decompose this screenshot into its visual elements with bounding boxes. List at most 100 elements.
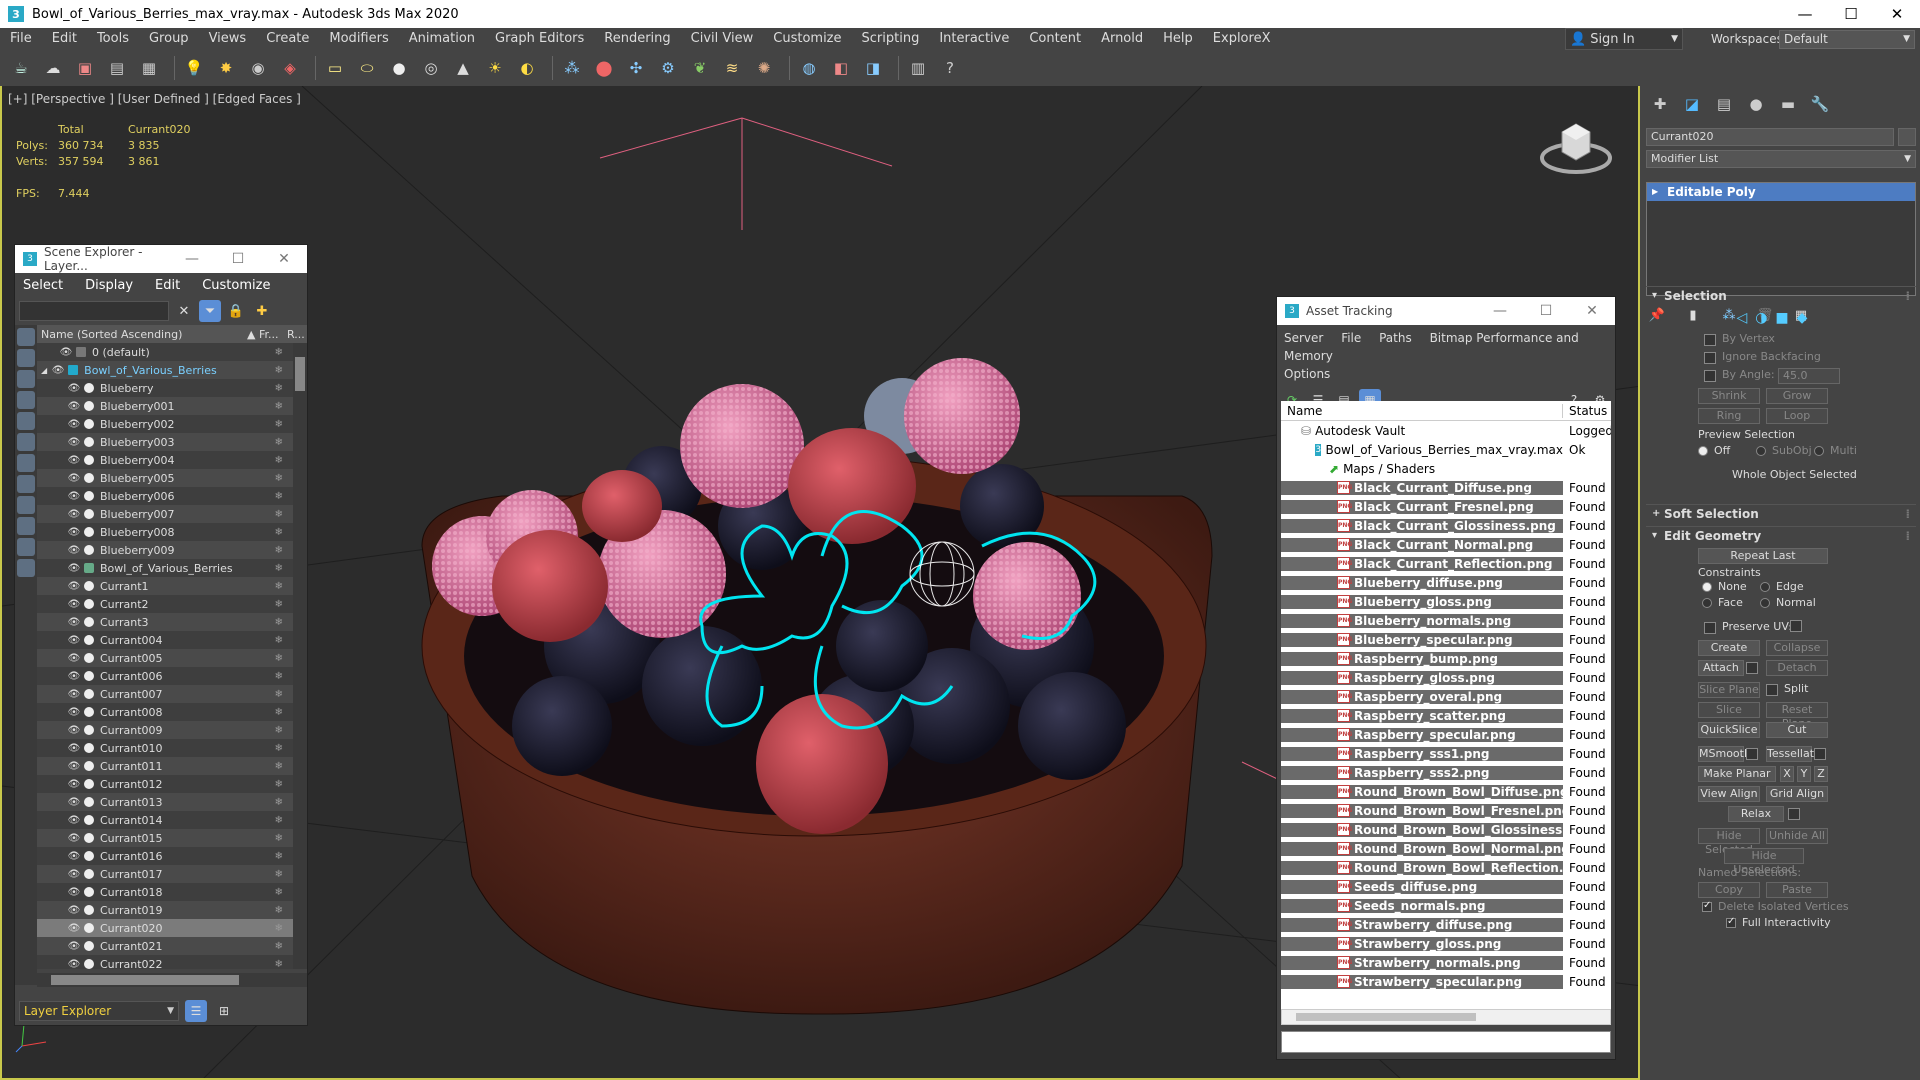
freeze-icon[interactable]: ❄ — [275, 365, 283, 376]
visibility-eye-icon[interactable]: 👁 — [67, 509, 81, 520]
object-name-field[interactable]: Currant020 — [1646, 128, 1894, 146]
visibility-eye-icon[interactable]: 👁 — [67, 599, 81, 610]
visibility-eye-icon[interactable]: 👁 — [67, 905, 81, 916]
scene-tree-row[interactable]: 👁 Currant011 ❄ — [37, 757, 293, 775]
scene-tree-row[interactable]: 👁 Currant020 ❄ — [37, 919, 293, 937]
freeze-icon[interactable]: ❄ — [275, 689, 283, 700]
grid-align-button[interactable]: Grid Align — [1766, 786, 1828, 802]
layer-manager-icon[interactable]: ▥ — [905, 55, 931, 81]
modify-tab-icon[interactable]: ◪ — [1678, 91, 1706, 117]
menu-graph-editors[interactable]: Graph Editors — [485, 28, 594, 50]
menu-scripting[interactable]: Scripting — [852, 28, 930, 50]
menu-edit[interactable]: Edit — [155, 278, 180, 293]
scene-tree-row[interactable]: 👁 Currant1 ❄ — [37, 577, 293, 595]
quickslice-button[interactable]: QuickSlice — [1698, 722, 1760, 738]
freeze-icon[interactable]: ❄ — [275, 869, 283, 880]
visibility-eye-icon[interactable]: 👁 — [67, 797, 81, 808]
vertical-scrollbar[interactable] — [293, 343, 307, 969]
asset-row[interactable]: PNG Raspberry_scatter.png Found — [1281, 706, 1611, 725]
attach-button[interactable]: Attach — [1698, 660, 1744, 676]
render-icon[interactable]: ◈ — [277, 55, 303, 81]
asset-row[interactable]: PNG Blueberry_diffuse.png Found — [1281, 573, 1611, 592]
scene-tree-row[interactable]: 👁 Currant019 ❄ — [37, 901, 293, 919]
spacewarps-filter-icon[interactable] — [17, 433, 35, 451]
cone-icon[interactable]: ▲ — [450, 55, 476, 81]
torus-icon[interactable]: ◎ — [418, 55, 444, 81]
scene-tree-row[interactable]: 👁 Currant021 ❄ — [37, 937, 293, 955]
relax-settings-icon[interactable] — [1788, 808, 1800, 820]
visibility-eye-icon[interactable]: 👁 — [67, 923, 81, 934]
asset-row[interactable]: PNG Strawberry_gloss.png Found — [1281, 934, 1611, 953]
detach-button[interactable]: Detach — [1766, 660, 1828, 676]
visibility-eye-icon[interactable]: 👁 — [67, 725, 81, 736]
dome-light-icon[interactable]: ◐ — [514, 55, 540, 81]
close-button[interactable]: ✕ — [1874, 0, 1920, 28]
msmooth-settings-icon[interactable] — [1746, 748, 1758, 760]
menu-views[interactable]: Views — [199, 28, 257, 50]
tessellate-settings-icon[interactable] — [1814, 748, 1826, 760]
scene-tree-row[interactable]: 👁 Blueberry002 ❄ — [37, 415, 293, 433]
freeze-icon[interactable]: ❄ — [275, 455, 283, 466]
scene-tree-row[interactable]: 👁 Blueberry ❄ — [37, 379, 293, 397]
preserve-uvs-settings-icon[interactable] — [1790, 620, 1802, 632]
freeze-icon[interactable]: ❄ — [275, 959, 283, 970]
light-icon[interactable]: 💡 — [181, 55, 207, 81]
visibility-eye-icon[interactable]: 👁 — [67, 545, 81, 556]
hide-selected-button[interactable]: Hide Selected — [1698, 828, 1760, 856]
copy-button[interactable]: Copy — [1698, 882, 1760, 898]
close-button[interactable]: ✕ — [261, 251, 307, 267]
msmooth-button[interactable]: MSmooth — [1698, 746, 1751, 762]
scene-tree-row[interactable]: 👁 Currant014 ❄ — [37, 811, 293, 829]
asset-row[interactable]: PNG Round_Brown_Bowl_Normal.png Found — [1281, 839, 1611, 858]
freeze-icon[interactable]: ❄ — [275, 743, 283, 754]
scene-tree-row[interactable]: 👁 Currant006 ❄ — [37, 667, 293, 685]
loop-button[interactable]: Loop — [1766, 408, 1828, 424]
helpers-filter-icon[interactable] — [17, 412, 35, 430]
menu-modifiers[interactable]: Modifiers — [319, 28, 398, 50]
grass-icon[interactable]: ❦ — [687, 55, 713, 81]
asset-row[interactable]: PNG Raspberry_gloss.png Found — [1281, 668, 1611, 687]
create-tab-icon[interactable]: ✚ — [1646, 91, 1674, 117]
visibility-eye-icon[interactable]: 👁 — [67, 419, 81, 430]
scene-tree-row[interactable]: 👁 Currant016 ❄ — [37, 847, 293, 865]
asset-row[interactable]: PNG Black_Currant_Reflection.png Found — [1281, 554, 1611, 573]
display-tab-icon[interactable]: ▬ — [1774, 91, 1802, 117]
planar-z-button[interactable]: Z — [1814, 766, 1828, 782]
split-checkbox[interactable] — [1766, 684, 1778, 696]
scene-tree-row[interactable]: 👁 Blueberry004 ❄ — [37, 451, 293, 469]
render-frame-icon[interactable]: ▦ — [136, 55, 162, 81]
menu-help[interactable]: Help — [1153, 28, 1203, 50]
freeze-icon[interactable]: ❄ — [275, 635, 283, 646]
scene-tree-row[interactable]: 👁 Currant010 ❄ — [37, 739, 293, 757]
filter-icon[interactable]: ⏷ — [199, 300, 221, 322]
menu-paths[interactable]: Paths — [1379, 331, 1412, 345]
scene-tree-row[interactable]: 👁 Currant018 ❄ — [37, 883, 293, 901]
asset-row[interactable]: PNG Black_Currant_Normal.png Found — [1281, 535, 1611, 554]
path-input[interactable] — [1281, 1031, 1611, 1053]
preview-multi-radio[interactable] — [1814, 446, 1824, 456]
asset-row[interactable]: PNG Strawberry_diffuse.png Found — [1281, 915, 1611, 934]
sphere-icon[interactable]: ● — [386, 55, 412, 81]
menu-file[interactable]: File — [1341, 331, 1361, 345]
sign-in-dropdown[interactable]: 👤 Sign In ▼ — [1565, 28, 1683, 50]
asset-row[interactable]: PNG Black_Currant_Fresnel.png Found — [1281, 497, 1611, 516]
expand-icon[interactable]: ◢ — [41, 366, 47, 375]
scene-tree-row[interactable]: 👁 0 (default) ❄ — [37, 343, 293, 361]
freeze-icon[interactable]: ❄ — [275, 473, 283, 484]
scene-tree-row[interactable]: 👁 Currant005 ❄ — [37, 649, 293, 667]
close-button[interactable]: ✕ — [1569, 303, 1615, 319]
scene-tree-row[interactable]: 👁 Blueberry007 ❄ — [37, 505, 293, 523]
freeze-icon[interactable]: ❄ — [275, 815, 283, 826]
visibility-eye-icon[interactable]: 👁 — [67, 563, 81, 574]
maximize-button[interactable]: ☐ — [215, 251, 261, 267]
asset-row[interactable]: PNG Raspberry_specular.png Found — [1281, 725, 1611, 744]
freeze-icon[interactable]: ❄ — [275, 581, 283, 592]
camera-icon[interactable]: ◉ — [245, 55, 271, 81]
create-button[interactable]: Create — [1698, 640, 1760, 656]
preserve-uvs-checkbox[interactable] — [1704, 622, 1716, 634]
vfb-icon[interactable]: ◨ — [860, 55, 886, 81]
ring-button[interactable]: Ring — [1698, 408, 1760, 424]
explorer-type-select[interactable]: Layer Explorer ▼ — [19, 1001, 179, 1021]
add-layer-icon[interactable]: ✚ — [251, 300, 273, 322]
scene-tree-row[interactable]: 👁 Currant015 ❄ — [37, 829, 293, 847]
